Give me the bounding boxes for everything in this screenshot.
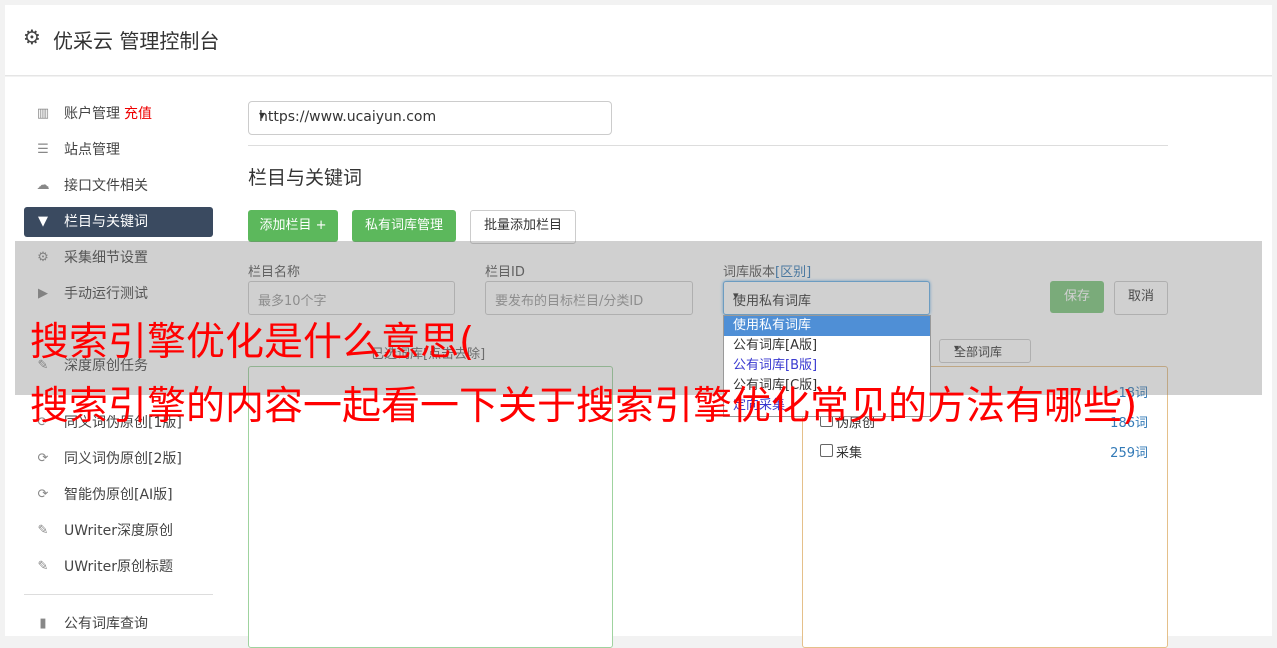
app-header: ⚙ 优采云 管理控制台 [5, 5, 1272, 76]
refresh-icon: ⟳ [37, 451, 49, 466]
batch-add-button[interactable]: 批量添加栏目 [470, 210, 576, 244]
gear-icon: ⚙ [23, 25, 41, 49]
sidebar-item-label: 站点管理 [64, 142, 120, 158]
refresh-icon: ⟳ [37, 487, 49, 502]
server-icon: ☰ [37, 142, 49, 157]
sidebar-item-ai-rewrite[interactable]: ⟳ 智能伪原创[AI版] [24, 480, 213, 510]
sidebar-item-sites[interactable]: ☰ 站点管理 [24, 135, 213, 165]
watermark-banner-line1: 搜索引擎优化是什么意思( [30, 320, 475, 365]
private-library-button[interactable]: 私有词库管理 [352, 210, 456, 242]
sidebar-item-label: 智能伪原创[AI版] [64, 487, 173, 503]
chevron-down-icon: ▾ [259, 108, 266, 122]
checkbox[interactable] [820, 444, 833, 457]
filter-icon: ▼ [38, 214, 48, 229]
section-title: 栏目与关键词 [248, 167, 363, 189]
sidebar-item-label: 公有词库查询 [64, 616, 148, 632]
sidebar-divider [24, 594, 213, 595]
page-title: 优采云 管理控制台 [53, 29, 220, 53]
recharge-link[interactable]: 充值 [124, 106, 152, 122]
sidebar-item-interface-files[interactable]: ☁ 接口文件相关 [24, 171, 213, 201]
sidebar-item-label: UWriter深度原创 [64, 523, 173, 539]
gray-overlay [15, 241, 1262, 395]
dropdown-option[interactable]: 公有词库[B版] [724, 356, 930, 376]
edit-icon: ✎ [37, 523, 49, 538]
bar-chart-icon: ▥ [36, 106, 50, 121]
sidebar-item-label: 栏目与关键词 [64, 214, 148, 230]
sidebar-item-account[interactable]: ▥ 账户管理 充值 [24, 99, 213, 129]
sidebar-item-label: UWriter原创标题 [64, 559, 173, 575]
sidebar-item-label: 同义词伪原创[2版] [64, 451, 182, 467]
book-icon: ▮ [39, 616, 47, 631]
sidebar-item-uwriter-title[interactable]: ✎ UWriter原创标题 [24, 552, 213, 582]
list-item[interactable]: 采集 259词 [820, 441, 1150, 461]
dropdown-option[interactable]: 公有词库[A版] [724, 336, 930, 356]
edit-icon: ✎ [37, 559, 49, 574]
site-select[interactable]: https://www.ucaiyun.com ▾ [248, 101, 612, 135]
sidebar-item-synonym-v2[interactable]: ⟳ 同义词伪原创[2版] [24, 444, 213, 474]
sidebar-item-public-lib[interactable]: ▮ 公有词库查询 [24, 609, 213, 639]
sidebar-item-uwriter-deep[interactable]: ✎ UWriter深度原创 [24, 516, 213, 546]
cloud-upload-icon: ☁ [36, 178, 50, 193]
sidebar-item-label: 账户管理 [64, 106, 120, 122]
dropdown-option[interactable]: 使用私有词库 [724, 316, 930, 336]
sidebar-item-label: 接口文件相关 [64, 178, 148, 194]
watermark-banner-line2: 搜索引擎的内容一起看一下关于搜索引擎优化常见的方法有哪些) [30, 384, 1138, 429]
add-column-button[interactable]: 添加栏目 + [248, 210, 338, 242]
sidebar-item-columns-keywords[interactable]: ▼ 栏目与关键词 [24, 207, 213, 237]
divider [248, 145, 1168, 146]
